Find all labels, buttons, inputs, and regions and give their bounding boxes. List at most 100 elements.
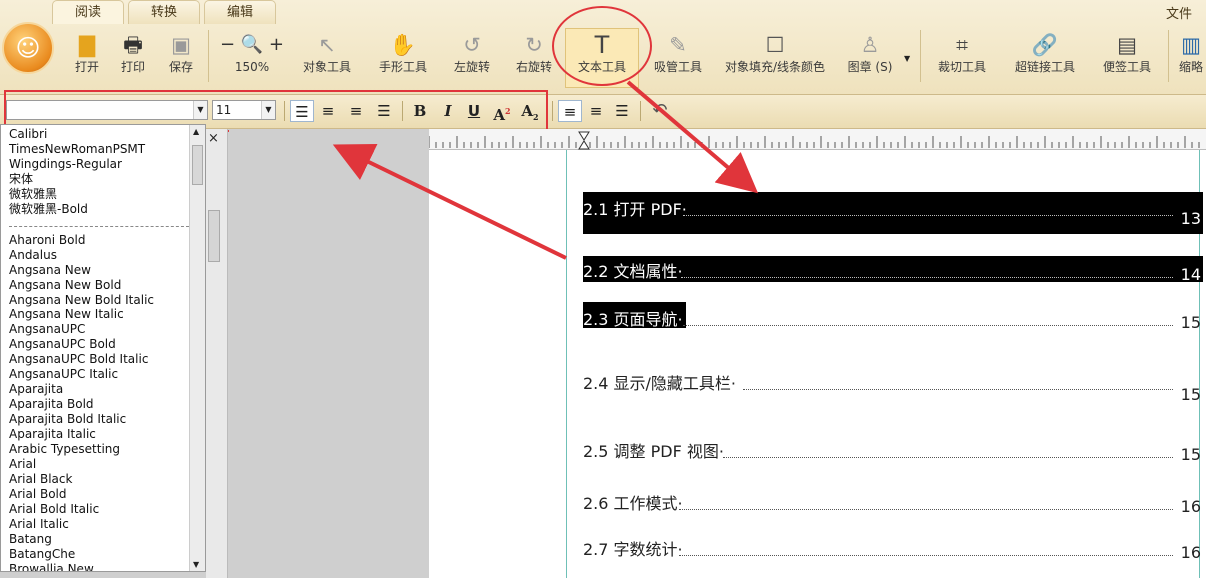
line-spacing-icon: ≡ bbox=[589, 102, 603, 120]
line-spacing-2-button[interactable]: ☰ bbox=[610, 100, 634, 122]
note-label: 便签工具 bbox=[1102, 60, 1151, 74]
font-list-item[interactable]: 宋体 bbox=[9, 172, 205, 187]
toc-title: 2.3 页面导航· bbox=[583, 310, 683, 329]
font-list-item[interactable]: Angsana New Italic bbox=[9, 307, 205, 322]
font-list-item[interactable]: Arabic Typesetting bbox=[9, 442, 205, 457]
eyedropper-button[interactable]: ✎ 吸管工具 bbox=[648, 30, 708, 90]
font-list-item[interactable]: AngsanaUPC Bold Italic bbox=[9, 352, 205, 367]
toc-row[interactable]: 2.4 显示/隐藏工具栏· 15 bbox=[583, 364, 1203, 404]
toc-page-number: 15 bbox=[1180, 445, 1201, 464]
font-list-item[interactable]: Calibri bbox=[9, 127, 205, 142]
chevron-up-icon[interactable]: ▲ bbox=[193, 127, 199, 136]
font-list-item[interactable]: Angsana New Bold Italic bbox=[9, 293, 205, 308]
font-family-dropdown-list[interactable]: Calibri TimesNewRomanPSMT Wingdings-Regula… bbox=[0, 124, 206, 572]
document-background bbox=[229, 129, 429, 578]
hand-tool-label: 手形工具 bbox=[378, 60, 427, 74]
note-tool-button[interactable]: ▤ 便签工具 bbox=[1096, 30, 1158, 90]
hand-tool-button[interactable]: ✋ 手形工具 bbox=[372, 30, 434, 90]
toc-row[interactable]: 2.7 字数统计· 16 bbox=[583, 530, 1203, 564]
font-list-item[interactable]: Arial Bold bbox=[9, 487, 205, 502]
thumbnail-label: 缩略 bbox=[1178, 60, 1203, 74]
font-list-item[interactable]: 微软雅黑-Bold bbox=[9, 202, 205, 217]
open-button[interactable]: ▇ 打开 bbox=[68, 30, 106, 90]
format-separator bbox=[552, 101, 553, 121]
file-menu[interactable]: 文件 bbox=[1166, 3, 1192, 22]
font-list-item[interactable]: Aparajita Bold bbox=[9, 397, 205, 412]
stamp-dropdown-icon[interactable]: ▼ bbox=[904, 54, 910, 63]
font-list-separator bbox=[9, 219, 189, 227]
font-list-item[interactable]: Andalus bbox=[9, 248, 205, 263]
rotate-right-button[interactable]: ↻ 右旋转 bbox=[510, 30, 558, 90]
line-spacing-15-button[interactable]: ≡ bbox=[584, 100, 608, 122]
toc-leader-dots bbox=[683, 215, 1173, 216]
zoom-control[interactable]: − 🔍 + 150% bbox=[216, 30, 288, 90]
font-list-item[interactable]: Wingdings-Regular bbox=[9, 157, 205, 172]
tab-convert[interactable]: 转换 bbox=[128, 0, 201, 24]
toc-row[interactable]: 2.1 打开 PDF· 13 bbox=[583, 190, 1203, 228]
font-list-item[interactable]: Angsana New Bold bbox=[9, 278, 205, 293]
square-icon: ☐ bbox=[765, 33, 785, 57]
font-list-item[interactable]: TimesNewRomanPSMT bbox=[9, 142, 205, 157]
toc-row[interactable]: 2.6 工作模式· 16 bbox=[583, 484, 1203, 518]
chevron-down-icon[interactable]: ▼ bbox=[193, 560, 199, 569]
crop-tool-button[interactable]: ⌗ 裁切工具 bbox=[930, 30, 994, 90]
font-list-item[interactable]: AngsanaUPC bbox=[9, 322, 205, 337]
save-button[interactable]: ▣ 保存 bbox=[162, 30, 200, 90]
indent-marker-icon bbox=[578, 131, 590, 150]
side-panel-scrollbar[interactable] bbox=[208, 210, 220, 262]
font-list-item[interactable]: Aparajita Bold Italic bbox=[9, 412, 205, 427]
fill-stroke-button[interactable]: ☐ 对象填充/线条颜色 bbox=[722, 30, 828, 90]
line-spacing-1-button[interactable]: ≡ bbox=[558, 100, 582, 122]
font-list-item[interactable]: BatangChe bbox=[9, 547, 205, 562]
link-label: 超链接工具 bbox=[1014, 60, 1075, 74]
font-list-item[interactable]: Arial Black bbox=[9, 472, 205, 487]
font-list-scrollbar[interactable]: ▲ ▼ bbox=[189, 125, 205, 571]
font-list-item[interactable]: AngsanaUPC Italic bbox=[9, 367, 205, 382]
pointer-icon: ↖ bbox=[318, 33, 336, 57]
toc-row[interactable]: 2.2 文档属性· 14 bbox=[583, 252, 1203, 286]
toc-title: 2.2 文档属性· bbox=[583, 262, 683, 281]
side-panel bbox=[206, 129, 228, 578]
tab-edit[interactable]: 编辑 bbox=[204, 0, 277, 24]
close-icon[interactable]: × bbox=[208, 131, 219, 146]
rotate-left-button[interactable]: ↺ 左旋转 bbox=[448, 30, 496, 90]
font-list-item[interactable]: 微软雅黑 bbox=[9, 187, 205, 202]
toc-title: 2.1 打开 PDF· bbox=[583, 200, 687, 219]
toc-page-number: 16 bbox=[1180, 543, 1201, 562]
font-list-item[interactable]: Aparajita bbox=[9, 382, 205, 397]
toc-row[interactable]: 2.3 页面导航· 15 bbox=[583, 300, 1203, 334]
line-spacing-icon: ≡ bbox=[563, 103, 577, 121]
toc-title: 2.7 字数统计· bbox=[583, 540, 683, 559]
link-tool-button[interactable]: 🔗 超链接工具 bbox=[1008, 30, 1082, 90]
font-list-item[interactable]: Aharoni Bold bbox=[9, 233, 205, 248]
scrollbar-thumb[interactable] bbox=[192, 145, 203, 185]
toc-leader-dots bbox=[723, 457, 1173, 458]
font-list-item[interactable]: Browallia New bbox=[9, 562, 205, 571]
open-label: 打开 bbox=[74, 60, 99, 74]
zoom-icon: − 🔍 + bbox=[219, 34, 285, 55]
font-list-item[interactable]: Batang bbox=[9, 532, 205, 547]
font-list-item[interactable]: Angsana New bbox=[9, 263, 205, 278]
stamp-icon: ♙ bbox=[860, 33, 880, 57]
font-list-item[interactable]: AngsanaUPC Bold bbox=[9, 337, 205, 352]
thumbnail-button[interactable]: ▥ 缩略 bbox=[1176, 30, 1206, 90]
toc-row[interactable]: 2.5 调整 PDF 视图· 15 bbox=[583, 432, 1203, 466]
eyedropper-label: 吸管工具 bbox=[653, 60, 702, 74]
rotate-right-label: 右旋转 bbox=[515, 60, 552, 74]
toc-title: 2.6 工作模式· bbox=[583, 494, 683, 513]
undo-button[interactable]: ↶ bbox=[648, 100, 672, 122]
font-list-item[interactable]: Aparajita Italic bbox=[9, 427, 205, 442]
tab-read[interactable]: 阅读 bbox=[52, 0, 125, 24]
hand-icon: ✋ bbox=[389, 33, 417, 57]
object-tool-button[interactable]: ↖ 对象工具 bbox=[296, 30, 358, 90]
link-icon: 🔗 bbox=[1031, 33, 1059, 57]
toc-leader-dots bbox=[679, 555, 1173, 556]
stamp-button[interactable]: ♙ 图章 (S) bbox=[842, 30, 898, 90]
ruler-ticks bbox=[429, 131, 1200, 150]
print-button[interactable]: 🖶 打印 bbox=[114, 30, 152, 90]
font-list-item[interactable]: Arial Italic bbox=[9, 517, 205, 532]
app-logo-icon[interactable]: ☺ bbox=[2, 22, 54, 74]
printer-icon: 🖶 bbox=[123, 33, 143, 57]
font-list-item[interactable]: Arial Bold Italic bbox=[9, 502, 205, 517]
font-list-item[interactable]: Arial bbox=[9, 457, 205, 472]
